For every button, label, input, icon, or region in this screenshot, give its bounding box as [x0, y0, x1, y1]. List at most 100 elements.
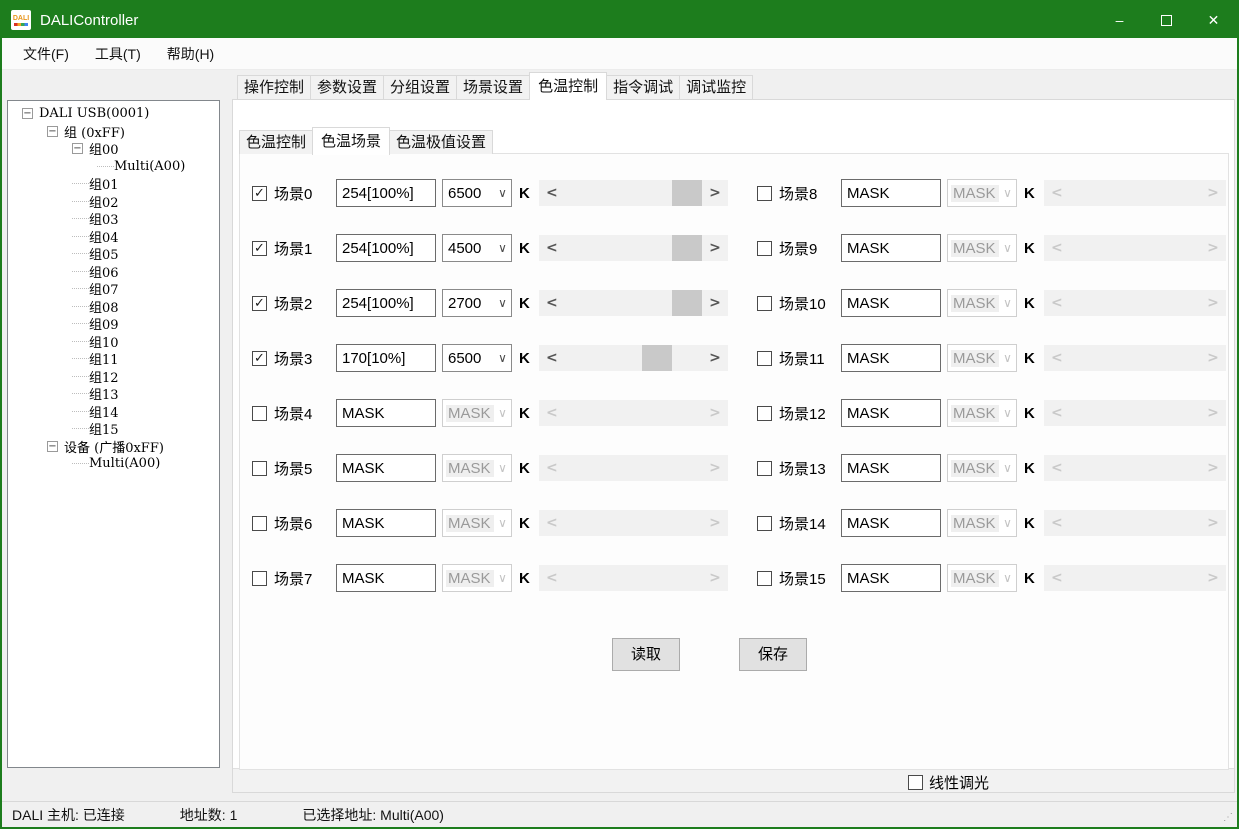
tree-item[interactable]: 组02 — [8, 193, 219, 211]
scene-level-input[interactable] — [336, 234, 436, 262]
scene-level-input[interactable] — [841, 399, 941, 427]
tree-item[interactable]: 组04 — [8, 228, 219, 246]
scroll-left-icon[interactable]: < — [539, 460, 565, 476]
scroll-left-icon[interactable]: < — [1044, 295, 1070, 311]
temp-scrollbar[interactable]: <> — [539, 400, 728, 426]
scroll-left-icon[interactable]: < — [539, 185, 565, 201]
scroll-left-icon[interactable]: < — [1044, 350, 1070, 366]
collapse-icon[interactable]: − — [72, 143, 83, 154]
tree-item[interactable]: −组00 — [8, 140, 219, 158]
scroll-track[interactable] — [565, 565, 702, 591]
scene-level-input[interactable] — [841, 509, 941, 537]
scene-checkbox[interactable]: ✓ — [252, 351, 267, 366]
scene-checkbox[interactable] — [757, 406, 772, 421]
scroll-left-icon[interactable]: < — [1044, 460, 1070, 476]
scroll-left-icon[interactable]: < — [1044, 405, 1070, 421]
scene-checkbox[interactable] — [757, 461, 772, 476]
temp-scrollbar[interactable]: <> — [1044, 400, 1226, 426]
scroll-track[interactable] — [565, 180, 702, 206]
temp-scrollbar[interactable]: <> — [539, 235, 728, 261]
scene-checkbox[interactable] — [252, 571, 267, 586]
scroll-right-icon[interactable]: > — [702, 460, 728, 476]
temp-select[interactable]: MASK∨ — [947, 454, 1017, 482]
scene-level-input[interactable] — [841, 289, 941, 317]
menu-item[interactable]: 文件(F) — [10, 38, 82, 69]
scroll-track[interactable] — [1070, 290, 1200, 316]
temp-scrollbar[interactable]: <> — [1044, 510, 1226, 536]
temp-select[interactable]: MASK∨ — [947, 399, 1017, 427]
scroll-track[interactable] — [1070, 180, 1200, 206]
scroll-right-icon[interactable]: > — [1200, 515, 1226, 531]
scroll-track[interactable] — [565, 235, 702, 261]
temp-select[interactable]: MASK∨ — [947, 289, 1017, 317]
scroll-track[interactable] — [1070, 565, 1200, 591]
temp-select[interactable]: MASK∨ — [947, 344, 1017, 372]
tab-sub-2[interactable]: 色温极值设置 — [389, 130, 493, 154]
temp-select[interactable]: MASK∨ — [442, 509, 512, 537]
scroll-right-icon[interactable]: > — [702, 295, 728, 311]
tab-main-3[interactable]: 场景设置 — [456, 75, 530, 99]
temp-select[interactable]: MASK∨ — [947, 179, 1017, 207]
tab-sub-0[interactable]: 色温控制 — [239, 130, 313, 154]
scene-level-input[interactable] — [336, 399, 436, 427]
temp-scrollbar[interactable]: <> — [539, 510, 728, 536]
scroll-right-icon[interactable]: > — [1200, 570, 1226, 586]
scroll-left-icon[interactable]: < — [539, 405, 565, 421]
scroll-left-icon[interactable]: < — [539, 570, 565, 586]
scroll-track[interactable] — [1070, 455, 1200, 481]
scroll-thumb[interactable] — [672, 290, 702, 316]
tab-main-6[interactable]: 调试监控 — [679, 75, 753, 99]
menu-item[interactable]: 工具(T) — [82, 38, 154, 69]
tab-sub-1[interactable]: 色温场景 — [312, 127, 390, 155]
scene-checkbox[interactable]: ✓ — [252, 241, 267, 256]
scroll-right-icon[interactable]: > — [702, 185, 728, 201]
temp-select[interactable]: MASK∨ — [442, 454, 512, 482]
scene-level-input[interactable] — [336, 289, 436, 317]
scroll-right-icon[interactable]: > — [1200, 295, 1226, 311]
scene-checkbox[interactable] — [757, 241, 772, 256]
tree-item[interactable]: 组11 — [8, 350, 219, 368]
close-button[interactable]: ✕ — [1190, 2, 1237, 38]
collapse-icon[interactable]: − — [47, 441, 58, 452]
tree-item[interactable]: Multi(A00) — [8, 455, 219, 473]
scroll-left-icon[interactable]: < — [1044, 240, 1070, 256]
tree-item[interactable]: −组 (0xFF) — [8, 123, 219, 141]
scroll-thumb[interactable] — [672, 180, 702, 206]
scroll-right-icon[interactable]: > — [702, 515, 728, 531]
scene-checkbox[interactable] — [757, 186, 772, 201]
scene-checkbox[interactable] — [757, 571, 772, 586]
scroll-thumb[interactable] — [642, 345, 672, 371]
temp-scrollbar[interactable]: <> — [539, 455, 728, 481]
temp-select[interactable]: 4500∨ — [442, 234, 512, 262]
temp-scrollbar[interactable]: <> — [1044, 565, 1226, 591]
scroll-right-icon[interactable]: > — [1200, 460, 1226, 476]
scroll-left-icon[interactable]: < — [1044, 570, 1070, 586]
tree-item[interactable]: −DALI USB(0001) — [8, 105, 219, 123]
tree-item[interactable]: 组10 — [8, 333, 219, 351]
scroll-track[interactable] — [565, 400, 702, 426]
scroll-track[interactable] — [1070, 400, 1200, 426]
temp-select[interactable]: MASK∨ — [947, 509, 1017, 537]
scroll-track[interactable] — [565, 510, 702, 536]
tree-item[interactable]: 组01 — [8, 175, 219, 193]
scene-level-input[interactable] — [841, 454, 941, 482]
scene-checkbox[interactable]: ✓ — [252, 186, 267, 201]
maximize-button[interactable] — [1143, 2, 1190, 38]
temp-scrollbar[interactable]: <> — [1044, 345, 1226, 371]
scroll-left-icon[interactable]: < — [1044, 515, 1070, 531]
tree-item[interactable]: 组06 — [8, 263, 219, 281]
scene-level-input[interactable] — [336, 179, 436, 207]
scene-level-input[interactable] — [841, 564, 941, 592]
temp-select[interactable]: 2700∨ — [442, 289, 512, 317]
scene-checkbox[interactable] — [252, 461, 267, 476]
scroll-track[interactable] — [1070, 345, 1200, 371]
tree-item[interactable]: 组03 — [8, 210, 219, 228]
tree-item[interactable]: 组15 — [8, 420, 219, 438]
scene-checkbox[interactable] — [757, 516, 772, 531]
tab-main-0[interactable]: 操作控制 — [237, 75, 311, 99]
read-button[interactable]: 读取 — [612, 638, 680, 671]
temp-scrollbar[interactable]: <> — [1044, 455, 1226, 481]
scene-checkbox[interactable] — [757, 351, 772, 366]
temp-select[interactable]: MASK∨ — [442, 399, 512, 427]
temp-scrollbar[interactable]: <> — [539, 565, 728, 591]
